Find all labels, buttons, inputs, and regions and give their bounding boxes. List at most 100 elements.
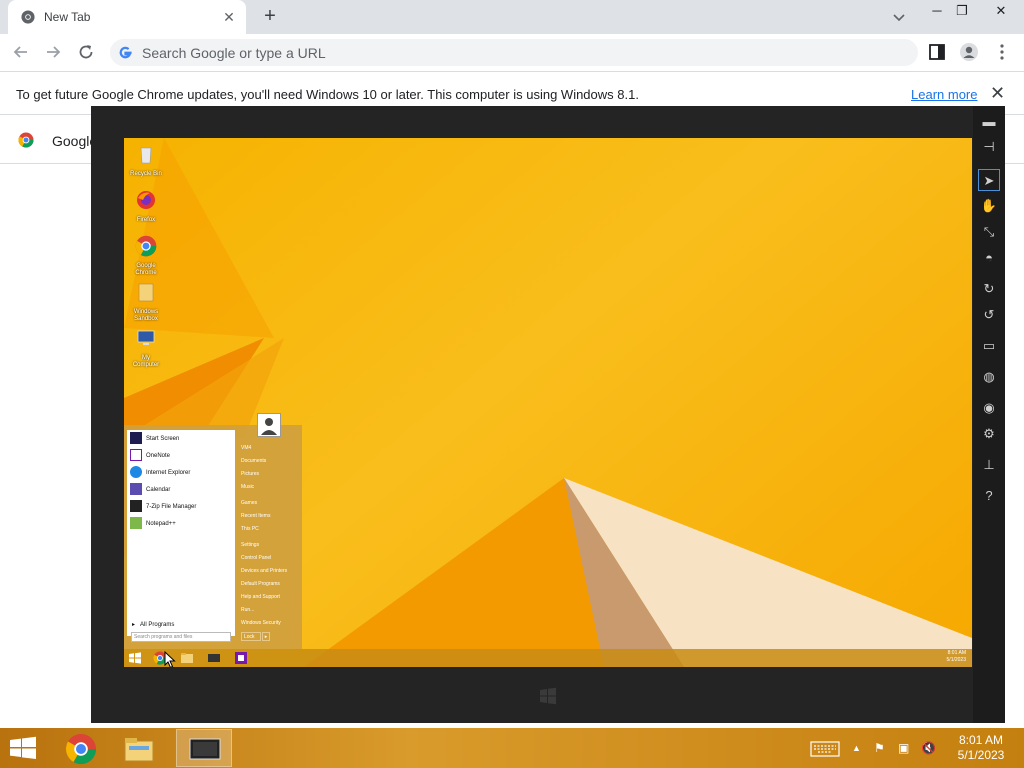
remote-clock[interactable]: 8:01 AM 5/1/2023 [947, 650, 966, 664]
resize-icon[interactable]: ⤡ [978, 221, 1000, 243]
rotate-right-icon[interactable]: ↻ [978, 278, 1000, 300]
firefox-icon [137, 191, 155, 209]
pin-icon[interactable]: ⊣ [978, 136, 1000, 158]
viewer-minimize-icon[interactable]: ▬ [978, 111, 1000, 133]
taskbar-clock[interactable]: 8:01 AM 5/1/2023 [950, 733, 1012, 763]
tab-search-icon[interactable] [888, 6, 910, 28]
start-screen-icon [130, 432, 142, 445]
taskbar-chrome[interactable] [53, 729, 109, 767]
close-window-icon[interactable]: ✕ [982, 0, 1020, 24]
new-tab-button[interactable]: + [259, 5, 281, 27]
monitor-icon[interactable]: ▭ [978, 335, 1000, 357]
globe-icon[interactable]: ◍ [978, 366, 1000, 388]
tab-strip: New Tab ✕ + ─ ❐ ✕ [0, 0, 1024, 34]
profile-icon[interactable] [958, 41, 980, 63]
user-avatar-icon[interactable] [257, 413, 281, 437]
camera-icon[interactable]: ◉ [978, 397, 1000, 419]
restore-icon[interactable]: ❐ [947, 0, 977, 24]
reload-icon[interactable] [75, 41, 97, 63]
start-button-icon[interactable] [8, 736, 38, 760]
desktop-icon-google-chrome[interactable]: Google Chrome [130, 235, 162, 277]
start-item-7zip[interactable]: 7-Zip File Manager [130, 500, 196, 514]
learn-more-link[interactable]: Learn more [911, 87, 977, 102]
viewer-toolbar: ▬ ⊣ ➤ ✋ ⤡ ◓ ↻ ↺ ▭ ◍ ◉ ⚙ ⊥ ? [973, 106, 1005, 723]
start-right-item[interactable]: Recent Items [241, 513, 270, 519]
start-right-item[interactable]: Documents [241, 458, 266, 464]
start-right-item[interactable]: Control Panel [241, 555, 271, 561]
all-programs-link[interactable]: ▸ All Programs [132, 621, 174, 628]
windows-home-icon[interactable] [538, 686, 558, 706]
google-chrome-logo-icon [18, 132, 34, 148]
settings-gear-icon[interactable]: ⚙ [978, 423, 1000, 445]
menu-kebab-icon[interactable] [991, 41, 1013, 63]
remote-viewer-icon [189, 738, 221, 760]
tab-new-tab[interactable]: New Tab ✕ [8, 0, 246, 34]
remote-start-icon[interactable] [128, 651, 142, 665]
volume-muted-icon[interactable]: 🔇 [921, 739, 936, 757]
start-item-internet-explorer[interactable]: Internet Explorer [130, 466, 190, 480]
hand-icon[interactable]: ✋ [978, 195, 1000, 217]
calendar-icon [130, 483, 142, 496]
start-right-item[interactable]: Settings [241, 542, 259, 548]
start-right-item[interactable]: VM4 [241, 445, 251, 451]
taskbar-remote-viewer[interactable] [176, 729, 232, 767]
desktop-icon-recycle-bin[interactable]: Recycle Bin [130, 143, 162, 178]
start-right-item[interactable]: Help and Support [241, 594, 280, 600]
start-item-calendar[interactable]: Calendar [130, 483, 170, 497]
mouse-cursor-icon [164, 651, 176, 667]
pointer-icon[interactable]: ➤ [978, 169, 1000, 191]
file-explorer-icon [124, 738, 154, 762]
remote-onenote-icon[interactable] [234, 651, 248, 665]
taskbar-file-explorer[interactable] [111, 729, 167, 767]
start-right-item[interactable]: Music [241, 484, 254, 490]
gamepad-icon[interactable]: ◓ [978, 247, 1000, 269]
omnibox-input[interactable] [142, 42, 842, 63]
notepad-plus-icon [130, 517, 142, 530]
start-item-start-screen[interactable]: Start Screen [130, 432, 179, 446]
side-panel-icon[interactable] [926, 41, 948, 63]
windows-taskbar: ▲ ⚑ ▣ 🔇 8:01 AM 5/1/2023 [0, 728, 1024, 768]
start-right-item[interactable]: Windows Security [241, 620, 281, 626]
start-right-item[interactable]: Games [241, 500, 257, 506]
lock-button[interactable]: Lock [241, 632, 261, 641]
onenote-icon [130, 449, 142, 462]
show-hidden-icons-icon[interactable]: ▲ [852, 739, 861, 757]
help-icon[interactable]: ? [978, 485, 1000, 507]
start-item-notepad-plus[interactable]: Notepad++ [130, 517, 176, 531]
start-right-item[interactable]: Run... [241, 607, 254, 613]
keyboard-icon[interactable] [810, 740, 840, 758]
desktop-icon-firefox[interactable]: Firefox [130, 189, 162, 224]
start-right-item[interactable]: Default Programs [241, 581, 280, 587]
action-center-flag-icon[interactable]: ⚑ [874, 739, 885, 757]
network-icon[interactable]: ▣ [898, 739, 909, 757]
start-right-item[interactable]: Pictures [241, 471, 259, 477]
start-search-input[interactable]: Search programs and files [131, 632, 231, 642]
remote-taskbar: 8:01 AM 5/1/2023 [124, 649, 972, 667]
chrome-icon [65, 734, 96, 765]
7zip-icon [130, 500, 142, 513]
chrome-icon [21, 10, 35, 24]
start-right-item[interactable]: This PC [241, 526, 259, 532]
tab-title: New Tab [44, 10, 91, 24]
dock-icon[interactable]: ⊥ [978, 454, 1000, 476]
chrome-icon [135, 235, 157, 257]
forward-icon[interactable] [42, 41, 64, 63]
desktop-icon-my-computer[interactable]: My Computer [130, 327, 162, 369]
recycle-bin-icon [140, 147, 152, 164]
remote-start-menu: Start Screen OneNote Internet Explorer C… [124, 413, 302, 649]
clock-time: 8:01 AM [958, 733, 1004, 747]
remote-display-icon[interactable] [207, 651, 221, 665]
folder-icon [138, 283, 154, 302]
desktop-icon-sandbox[interactable]: Windows Sandbox [130, 281, 162, 323]
remote-desktop-screen[interactable]: Recycle Bin Firefox Google Chrome Window… [124, 138, 972, 667]
infobar-close-icon[interactable]: ✕ [990, 83, 1005, 104]
remote-explorer-icon[interactable] [180, 651, 194, 665]
tab-close-icon[interactable]: ✕ [220, 8, 238, 26]
rotate-left-icon[interactable]: ↺ [978, 304, 1000, 326]
start-right-item[interactable]: Devices and Printers [241, 568, 287, 574]
power-options-arrow-icon[interactable]: ▸ [262, 632, 270, 641]
back-icon[interactable] [10, 41, 32, 63]
omnibox[interactable] [110, 39, 918, 66]
start-item-onenote[interactable]: OneNote [130, 449, 170, 463]
start-menu-programs: Start Screen OneNote Internet Explorer C… [127, 430, 235, 642]
